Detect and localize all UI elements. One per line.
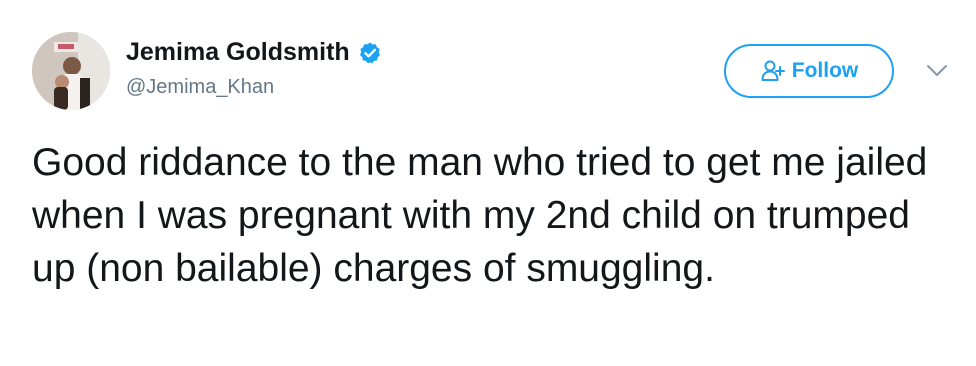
- author-name-row: Jemima Goldsmith: [126, 38, 382, 67]
- profile-photo-icon: [32, 32, 110, 110]
- chevron-down-icon[interactable]: [926, 64, 948, 78]
- verified-badge-icon: [359, 42, 380, 63]
- avatar[interactable]: [32, 32, 110, 110]
- tweet-text: Good riddance to the man who tried to ge…: [32, 141, 928, 290]
- tweet-card: Jemima Goldsmith @Jemima_Khan Follow Goo…: [0, 0, 976, 366]
- follow-button[interactable]: Follow: [724, 44, 894, 98]
- author-handle[interactable]: @Jemima_Khan: [126, 76, 274, 99]
- add-user-icon: [761, 60, 785, 81]
- follow-button-label: Follow: [791, 59, 859, 82]
- author-display-name[interactable]: Jemima Goldsmith: [126, 38, 350, 67]
